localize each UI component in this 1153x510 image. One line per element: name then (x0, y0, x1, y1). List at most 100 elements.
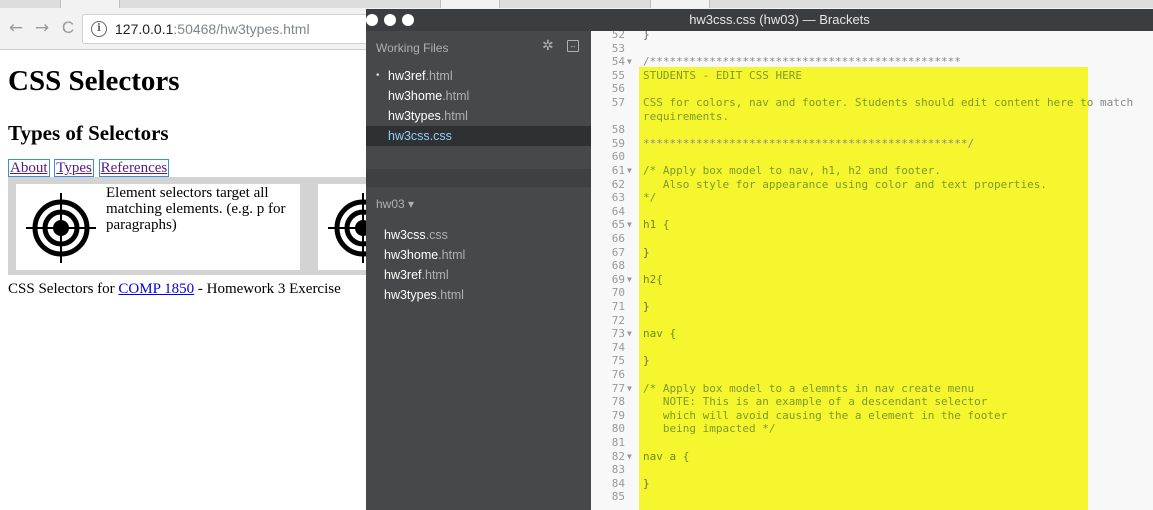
line-number: 75 (611, 354, 625, 368)
code-line[interactable]: 73 ▼ nav { (591, 327, 1153, 341)
browser-tab[interactable] (650, 0, 710, 8)
nav-link-about[interactable]: About (8, 159, 50, 177)
split-view-icon[interactable]: ↔ (567, 40, 579, 52)
code-line[interactable]: 74 (591, 341, 1153, 355)
code-text: /* Apply box model to a elemnts in nav c… (643, 381, 975, 395)
line-number: 84 (611, 476, 625, 490)
address-url[interactable]: 127.0.0.1:50468/hw3types.html (115, 20, 310, 38)
code-text: } (643, 300, 650, 313)
code-text: h1 { (643, 218, 670, 232)
fold-arrow-icon[interactable]: ▼ (627, 164, 632, 178)
code-line[interactable]: 57 CSS for colors, nav and footer. Studen… (591, 96, 1153, 110)
code-line[interactable]: 60 (591, 150, 1153, 164)
nav-link-references[interactable]: References (98, 159, 170, 177)
code-line[interactable]: 61 ▼ /* Apply box model to nav, h1, h2 and… (591, 164, 1153, 178)
unsaved-dot-icon: • (376, 70, 380, 81)
code-line[interactable]: 56 (591, 82, 1153, 96)
working-files-header: Working Files (376, 41, 449, 55)
browser-tab[interactable] (440, 0, 500, 8)
working-file-hw3ref[interactable]: • hw3ref.html (366, 66, 591, 86)
code-line[interactable]: 66 (591, 232, 1153, 246)
reload-icon[interactable]: C (58, 18, 78, 38)
page-nav: About Types References (8, 159, 170, 177)
browser-tab[interactable] (60, 0, 120, 8)
code-line[interactable]: 84} (591, 477, 1153, 491)
code-line[interactable]: 53 (591, 42, 1153, 56)
code-line[interactable]: 76 (591, 368, 1153, 382)
line-number: 57 (611, 96, 625, 109)
code-text: NOTE: This is an example of a descendant… (643, 395, 988, 409)
file-extension: .html (438, 248, 466, 262)
line-number: 67 (611, 245, 625, 259)
fold-arrow-icon[interactable]: ▼ (627, 218, 632, 232)
code-line[interactable]: requirements. (591, 110, 1153, 124)
working-file-hw3types[interactable]: hw3types.html (366, 106, 591, 126)
line-number: 58 (611, 123, 625, 137)
line-number: 85 (611, 490, 625, 504)
code-line[interactable]: 71} (591, 300, 1153, 314)
project-file-hw3css[interactable]: hw3css.css (366, 225, 591, 245)
code-line[interactable]: 59 **************************************… (591, 137, 1153, 151)
back-icon[interactable]: ← (6, 18, 26, 38)
line-number: 68 (611, 259, 625, 273)
code-text: } (643, 476, 650, 490)
forward-icon[interactable]: → (32, 18, 52, 38)
footer-link-comp1850[interactable]: COMP 1850 (118, 281, 194, 297)
code-line[interactable]: 62 Also style for appearance using color… (591, 178, 1153, 192)
fold-arrow-icon[interactable]: ▼ (627, 382, 632, 396)
project-file-hw3types[interactable]: hw3types.html (366, 285, 591, 305)
window-titlebar[interactable]: hw3css.css (hw03) — Brackets (366, 9, 1153, 31)
code-line[interactable]: 82 ▼ nav a { (591, 450, 1153, 464)
nav-link-types[interactable]: Types (54, 159, 94, 177)
code-text: h2{ (643, 272, 663, 286)
file-extension: .html (425, 69, 453, 83)
project-file-hw3ref[interactable]: hw3ref.html (366, 265, 591, 285)
code-line[interactable]: 64 (591, 205, 1153, 219)
code-line[interactable]: 63 */ (591, 191, 1153, 205)
code-line[interactable]: 58 (591, 123, 1153, 137)
code-text: } (643, 245, 650, 259)
project-dropdown[interactable]: hw03 ▾ (376, 197, 414, 211)
page-footer: CSS Selectors for COMP 1850 - Homework 3… (8, 281, 341, 298)
project-file-hw3home[interactable]: hw3home.html (366, 245, 591, 265)
line-number: 76 (611, 368, 625, 381)
code-text: nav a { (643, 449, 690, 463)
line-number: 82 (611, 449, 625, 463)
code-line[interactable]: 85 (591, 490, 1153, 504)
line-number: 80 (611, 422, 625, 436)
code-line[interactable]: 69 ▼ h2{ (591, 273, 1153, 287)
code-line[interactable]: 54 ▼ /************************************… (591, 55, 1153, 69)
info-icon[interactable]: i (91, 21, 107, 37)
fold-arrow-icon[interactable]: ▼ (627, 450, 632, 464)
line-number: 55 (611, 68, 625, 82)
gear-icon[interactable]: ✲ (542, 37, 554, 54)
code-line[interactable]: 55 STUDENTS - EDIT CSS HERE (591, 69, 1153, 83)
code-line[interactable]: 83 (591, 463, 1153, 477)
code-line[interactable]: 72 (591, 314, 1153, 328)
code-editor[interactable]: 52} 53 54 ▼/*******************************… (591, 31, 1153, 510)
code-line[interactable]: 81 (591, 436, 1153, 450)
code-line[interactable]: 67} (591, 246, 1153, 260)
target-icon (26, 193, 96, 263)
working-file-hw3home[interactable]: hw3home.html (366, 86, 591, 106)
code-line[interactable]: 80 being impacted */ (591, 422, 1153, 436)
code-line[interactable]: 65 ▼ h1 { (591, 218, 1153, 232)
address-bar[interactable]: i 127.0.0.1:50468/hw3types.html (82, 14, 382, 44)
fold-arrow-icon[interactable]: ▼ (627, 327, 632, 341)
page-subtitle: Types of Selectors (8, 121, 169, 145)
code-line[interactable]: 68 (591, 259, 1153, 273)
working-file-hw3css[interactable]: hw3css.css (366, 126, 591, 146)
page-title: CSS Selectors (8, 65, 180, 97)
code-line[interactable]: 79 which will avoid causing the a elemen… (591, 409, 1153, 423)
code-line[interactable]: 70 (591, 286, 1153, 300)
code-line[interactable]: 78 NOTE: This is an example of a descend… (591, 395, 1153, 409)
code-line[interactable]: 75} (591, 354, 1153, 368)
line-number: 81 (611, 436, 625, 449)
code-line[interactable]: 77 ▼ /* Apply box model to a elemnts in na… (591, 382, 1153, 396)
fold-arrow-icon[interactable]: ▼ (627, 55, 632, 69)
code-text: STUDENTS - EDIT CSS HERE (643, 68, 802, 82)
code-line[interactable]: 52} (591, 31, 1153, 42)
fold-arrow-icon[interactable]: ▼ (627, 273, 632, 287)
brackets-window: hw3css.css (hw03) — Brackets Working Fil… (366, 9, 1153, 510)
line-number: 79 (611, 408, 625, 422)
